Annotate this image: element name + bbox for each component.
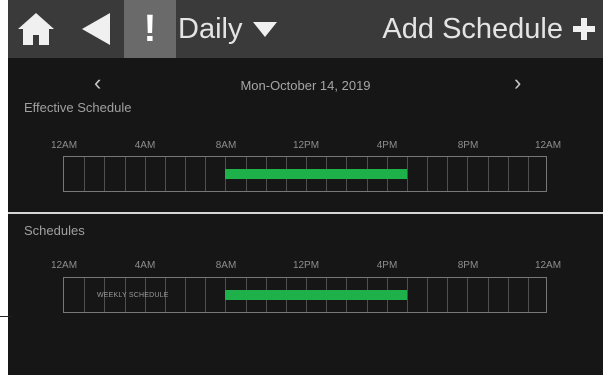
hour-divider [124, 157, 126, 191]
hour-divider [447, 157, 449, 191]
top-toolbar: ! Daily Add Schedule [8, 0, 603, 58]
tick-label: 12AM [50, 260, 78, 271]
next-date-button[interactable]: › [514, 70, 521, 96]
hour-divider [507, 157, 509, 191]
tick-label: 8PM [457, 260, 479, 271]
add-schedule-label: Add Schedule [382, 12, 563, 45]
tick-label: 8AM [215, 140, 237, 151]
hour-divider [467, 157, 469, 191]
hour-divider [164, 157, 166, 191]
tick-label: 8PM [457, 140, 479, 151]
effective-time-axis: 12AM 4AM 8AM 12PM 4PM 8PM 12AM [8, 140, 603, 156]
hour-divider [205, 157, 207, 191]
schedules-title: Schedules [24, 223, 85, 238]
hour-divider [447, 278, 449, 312]
period-dropdown[interactable]: Daily [178, 10, 278, 48]
schedules-time-axis: 12AM 4AM 8AM 12PM 4PM 8PM 12AM [8, 260, 603, 276]
back-button[interactable] [70, 0, 122, 58]
weekly-active-bar [225, 290, 407, 300]
hour-divider [467, 278, 469, 312]
hour-divider [427, 278, 428, 312]
effective-schedule-timeline[interactable] [63, 156, 547, 192]
alert-icon: ! [143, 7, 157, 50]
section-divider [8, 212, 603, 214]
tick-label: 12AM [534, 140, 562, 151]
tick-label: 12AM [534, 260, 562, 271]
alert-button[interactable]: ! [124, 0, 176, 58]
period-label: Daily [178, 12, 243, 45]
add-schedule-button[interactable]: Add Schedule [382, 10, 595, 48]
home-button[interactable] [10, 0, 62, 58]
tick-label: 4AM [134, 260, 156, 271]
tick-label: 4AM [134, 140, 156, 151]
hour-divider [406, 157, 408, 191]
tick-label: 12PM [292, 140, 320, 151]
schedule-screen: ! Daily Add Schedule ‹ Mon-October 14, 2… [8, 0, 603, 375]
hour-divider [84, 278, 86, 312]
tick-label: 12AM [50, 140, 78, 151]
effective-schedule-title: Effective Schedule [24, 100, 132, 115]
tick-label: 4PM [376, 260, 398, 271]
hour-divider [144, 157, 146, 191]
tick-label: 4PM [376, 140, 398, 151]
tick-label: 8AM [215, 260, 237, 271]
hour-divider [104, 157, 106, 191]
callout-line [0, 316, 12, 317]
hour-divider [527, 157, 529, 191]
hour-divider [507, 278, 509, 312]
schedule-name: WEEKLY SCHEDULE [97, 292, 169, 299]
hour-divider [185, 157, 186, 191]
hour-divider [406, 278, 408, 312]
hour-divider [205, 278, 207, 312]
hour-divider [487, 157, 489, 191]
effective-active-bar [225, 169, 407, 179]
hour-divider [84, 157, 86, 191]
hour-divider [527, 278, 529, 312]
hour-divider [487, 278, 489, 312]
hour-divider [427, 157, 428, 191]
plus-icon [573, 18, 595, 40]
caret-down-icon [253, 22, 278, 37]
back-arrow-icon [82, 13, 110, 45]
home-icon [18, 13, 54, 45]
tick-label: 12PM [292, 260, 320, 271]
weekly-schedule-row[interactable]: WEEKLY SCHEDULE [63, 277, 547, 313]
hour-divider [185, 278, 186, 312]
